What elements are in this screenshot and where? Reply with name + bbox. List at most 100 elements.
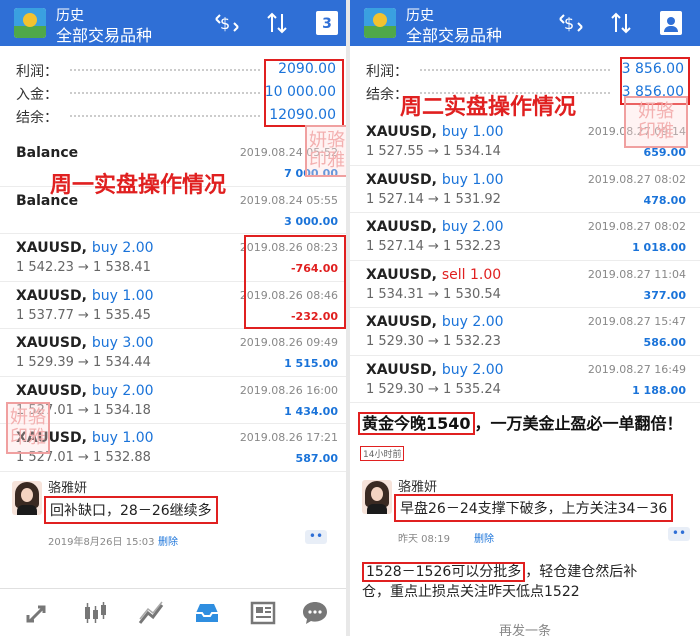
trade-action: buy 1.00 bbox=[441, 171, 504, 188]
highlight-box bbox=[244, 235, 346, 329]
avatar bbox=[362, 480, 392, 514]
trade-symbol: XAUUSD, buy 2.00 bbox=[366, 219, 504, 235]
trade-profit: 1 515.00 bbox=[284, 357, 338, 370]
note-boxed: 1528－1526可以分批多 bbox=[362, 562, 526, 582]
delete-link[interactable]: 删除 bbox=[474, 530, 494, 545]
header-subtitle[interactable]: 全部交易品种 bbox=[56, 22, 152, 46]
trade-action: buy 2.00 bbox=[441, 314, 504, 330]
trade-profit: 3 000.00 bbox=[284, 214, 338, 228]
inbox-icon[interactable] bbox=[192, 599, 222, 627]
note-rest-1: ，轻仓建仓然后补 bbox=[525, 564, 638, 580]
more-button[interactable]: •• bbox=[305, 530, 327, 544]
trade-action: sell 1.00 bbox=[441, 266, 502, 283]
delete-link[interactable]: 删除 bbox=[158, 533, 178, 548]
seal-stamp: 妍骆 印雅 bbox=[6, 402, 50, 454]
trade-prices: 1 542.23 → 1 538.41 bbox=[16, 260, 151, 275]
trade-action: buy 2.00 bbox=[91, 382, 154, 399]
trade-symbol-label: XAUUSD, bbox=[366, 219, 437, 235]
headline-boxed: 黄金今晚1540 bbox=[358, 412, 475, 435]
highlight-box bbox=[264, 59, 344, 127]
trade-symbol-label: XAUUSD, bbox=[16, 335, 87, 351]
trade-date: 2019.08.27 08:02 bbox=[587, 172, 686, 186]
trade-action: buy 1.00 bbox=[441, 124, 504, 140]
sort-icon[interactable] bbox=[608, 10, 634, 36]
trade-row[interactable]: XAUUSD, buy 3.00 1 529.39 → 1 534.44 2019.… bbox=[0, 329, 346, 377]
trade-date: 2019.08.27 08:02 bbox=[587, 220, 686, 233]
trade-symbol: XAUUSD, buy 1.00 bbox=[16, 288, 154, 304]
seal-stamp: 妍骆 印雅 bbox=[305, 125, 346, 177]
trade-date: 2019.08.27 11:04 bbox=[587, 267, 686, 281]
trade-symbol-label: XAUUSD, bbox=[366, 361, 437, 378]
calendar-icon[interactable]: 3 bbox=[316, 11, 338, 35]
trade-prices: 1 537.77 → 1 535.45 bbox=[16, 307, 151, 323]
currency-filter-icon[interactable]: $ bbox=[214, 10, 240, 36]
app-logo-icon bbox=[14, 8, 46, 38]
trade-row[interactable]: XAUUSD, buy 2.00 1 527.14 → 1 532.23 2019.… bbox=[350, 213, 700, 261]
app-header: 历史 全部交易品种 $ bbox=[350, 0, 700, 46]
trade-action: buy 2.00 bbox=[91, 240, 154, 256]
calendar-user-icon[interactable] bbox=[660, 11, 682, 35]
trade-profit: 377.00 bbox=[643, 288, 686, 302]
trade-symbol: XAUUSD, buy 2.00 bbox=[16, 383, 154, 399]
trade-symbol: XAUUSD, buy 1.00 bbox=[366, 172, 504, 188]
trade-symbol: XAUUSD, buy 2.00 bbox=[366, 314, 504, 330]
trade-symbol-label: XAUUSD, bbox=[16, 382, 87, 399]
chat-icon[interactable] bbox=[300, 599, 330, 627]
app-header: 历史 全部交易品种 $ 3 bbox=[0, 0, 346, 46]
news-icon[interactable] bbox=[248, 599, 278, 627]
seal-stamp: 妍骆 印雅 bbox=[624, 96, 688, 148]
trade-symbol-label: XAUUSD, bbox=[16, 287, 87, 304]
trade-date: 2019.08.27 15:47 bbox=[587, 315, 686, 328]
right-screenshot-panel: 历史 全部交易品种 $ 利润： 3 856.00 结余： 3 856.00 周二… bbox=[350, 0, 700, 636]
trade-row[interactable]: XAUUSD, buy 2.00 1 527.01 → 1 534.18 2019.… bbox=[0, 377, 346, 424]
currency-filter-icon[interactable]: $ bbox=[558, 10, 584, 36]
trade-prices: 1 527.55 → 1 534.14 bbox=[366, 144, 501, 159]
more-button[interactable]: •• bbox=[668, 527, 690, 541]
trade-symbol: Balance bbox=[16, 145, 79, 161]
trade-symbol: XAUUSD, sell 1.00 bbox=[366, 267, 501, 283]
sort-icon[interactable] bbox=[264, 10, 290, 36]
note-rest-2: 仓，重点止损点关注昨天低点1522 bbox=[362, 584, 580, 600]
trade-row[interactable]: XAUUSD, buy 2.00 1 529.30 → 1 532.23 2019.… bbox=[350, 308, 700, 356]
trade-date: 2019.08.27 16:49 bbox=[587, 362, 686, 376]
trade-profit: 587.00 bbox=[295, 452, 338, 465]
avatar bbox=[12, 481, 42, 515]
trade-action: buy 1.00 bbox=[91, 430, 154, 446]
trade-row[interactable]: XAUUSD, buy 1.00 1 527.14 → 1 531.92 2019.… bbox=[350, 166, 700, 213]
trade-symbol: XAUUSD, buy 2.00 bbox=[16, 240, 154, 256]
headline-text: 黄金今晚1540 ，一万美金止盈必一单翻倍！ bbox=[358, 410, 683, 435]
trade-symbol: XAUUSD, buy 2.00 bbox=[366, 362, 504, 378]
header-subtitle[interactable]: 全部交易品种 bbox=[406, 22, 502, 46]
trade-row[interactable]: XAUUSD, sell 1.00 1 534.31 → 1 530.54 2019… bbox=[350, 261, 700, 308]
trade-prices: 1 534.31 → 1 530.54 bbox=[366, 286, 501, 302]
trade-prices: 1 527.14 → 1 532.23 bbox=[366, 239, 501, 254]
trade-row[interactable]: XAUUSD, buy 2.00 1 529.30 → 1 535.24 2019.… bbox=[350, 356, 700, 403]
headline-rest: ，一万美金止盈必一单翻倍！ bbox=[474, 414, 683, 433]
trade-profit: 478.00 bbox=[643, 193, 686, 207]
trade-action: buy 3.00 bbox=[91, 335, 154, 351]
chart-candles-icon[interactable] bbox=[80, 599, 110, 627]
trade-prices: 1 529.39 → 1 534.44 bbox=[16, 355, 151, 370]
app-logo-icon bbox=[364, 8, 396, 38]
trade-icon[interactable] bbox=[24, 599, 54, 627]
trade-profit: 1 188.00 bbox=[632, 383, 686, 397]
trade-action: buy 2.00 bbox=[441, 219, 504, 235]
reply-button[interactable]: 再发一条 bbox=[350, 620, 700, 636]
deposit-label: 入金： bbox=[16, 87, 58, 103]
svg-text:$: $ bbox=[220, 14, 230, 33]
trade-symbol-label: XAUUSD, bbox=[366, 171, 437, 188]
chart-line-icon[interactable] bbox=[136, 599, 166, 627]
profit-label: 利润： bbox=[366, 64, 408, 80]
trade-symbol: XAUUSD, buy 1.00 bbox=[366, 124, 504, 140]
overlay-caption: 周二实盘操作情况 bbox=[400, 95, 577, 120]
trade-action: buy 1.00 bbox=[91, 287, 154, 304]
svg-text:$: $ bbox=[564, 14, 574, 33]
trade-symbol-label: XAUUSD, bbox=[366, 266, 437, 283]
left-screenshot-panel: 历史 全部交易品种 $ 3 利润： 2090.00 入金： 10 000.00 … bbox=[0, 0, 346, 636]
trade-row[interactable]: XAUUSD, buy 1.00 1 527.01 → 1 532.88 2019.… bbox=[0, 424, 346, 472]
balance-label: 结余： bbox=[16, 110, 58, 126]
comment-author: 骆雅妍 bbox=[48, 481, 88, 496]
headline-time: 14小时前 bbox=[360, 446, 405, 461]
trade-date: 2019.08.26 09:49 bbox=[239, 336, 338, 349]
comment-author: 骆雅妍 bbox=[398, 480, 438, 495]
